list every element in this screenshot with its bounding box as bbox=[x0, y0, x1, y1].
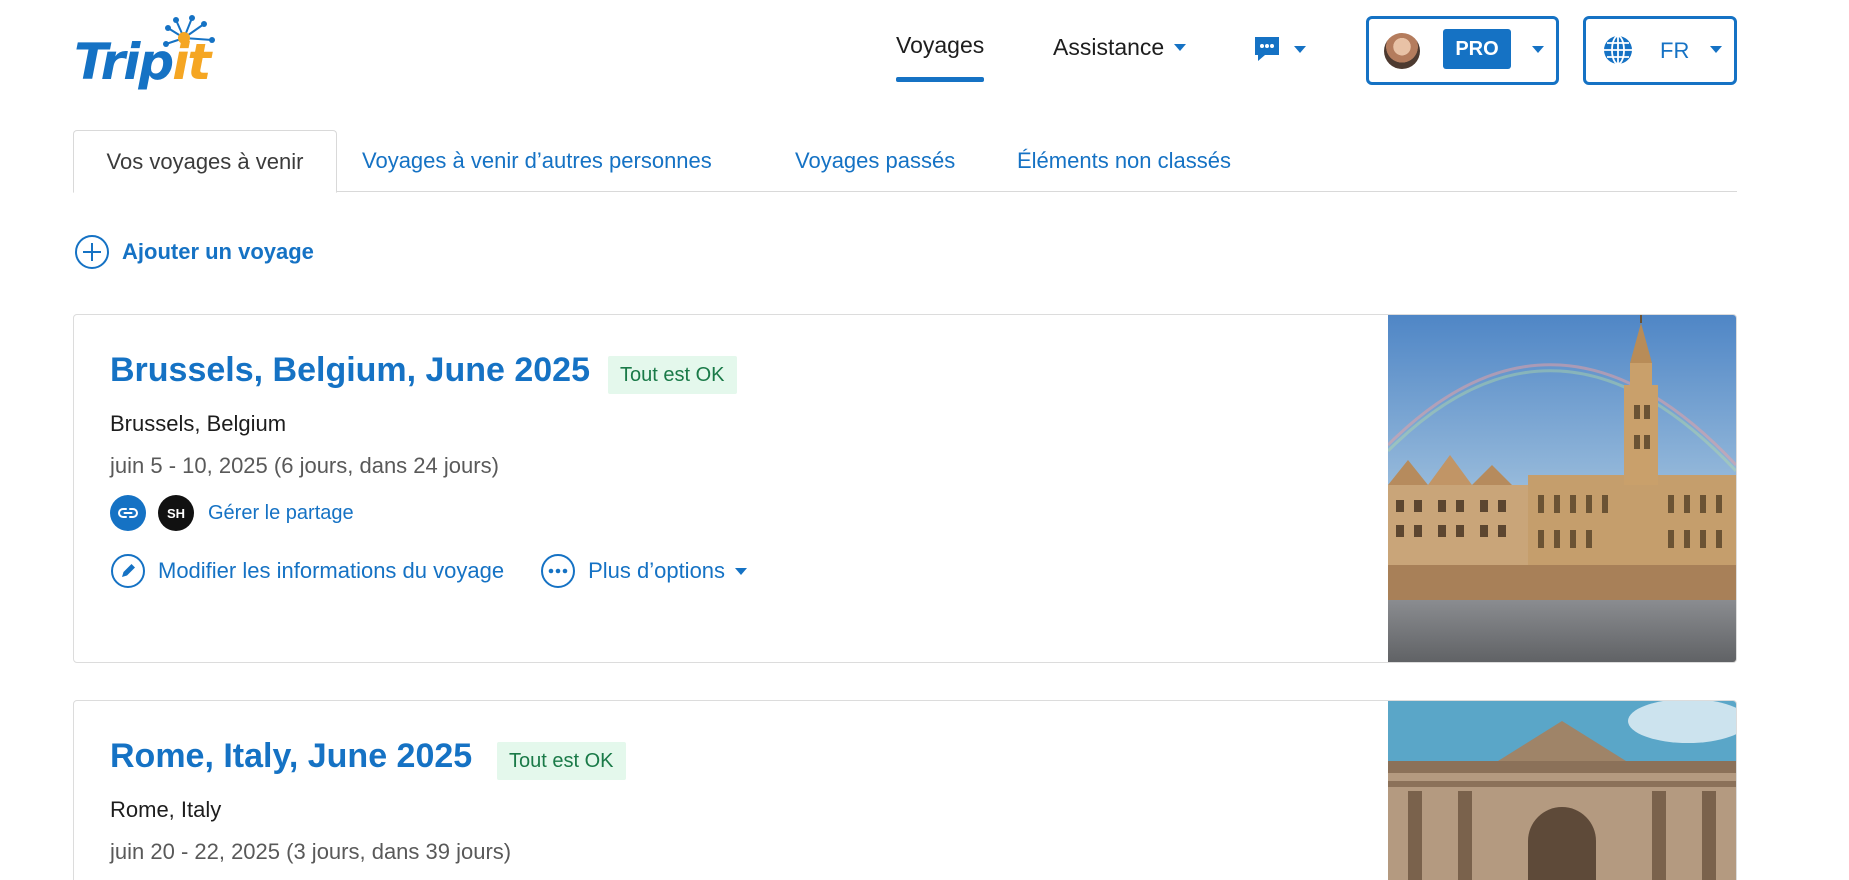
rome-trevi-fountain-image bbox=[1388, 701, 1736, 880]
add-trip-button[interactable]: Ajouter un voyage bbox=[74, 234, 314, 270]
share-row: SH Gérer le partage bbox=[110, 495, 354, 531]
nav-assistance-label: Assistance bbox=[1053, 34, 1165, 60]
nav-voyages-label: Voyages bbox=[896, 32, 985, 58]
share-link-button[interactable] bbox=[110, 495, 146, 531]
trip-photo-rome[interactable] bbox=[1388, 701, 1736, 880]
status-badge: Tout est OK bbox=[608, 356, 737, 394]
language-selector[interactable]: FR bbox=[1583, 16, 1737, 85]
nav-voyages[interactable]: Voyages bbox=[896, 32, 985, 84]
add-trip-label: Ajouter un voyage bbox=[122, 239, 314, 264]
more-options-dropdown[interactable]: Plus d’options bbox=[540, 553, 748, 589]
pencil-icon bbox=[111, 554, 145, 588]
tab-past-trips[interactable]: Voyages passés bbox=[795, 130, 955, 192]
nav-active-underline bbox=[896, 77, 985, 82]
trip-dates: juin 5 - 10, 2025 (6 jours, dans 24 jour… bbox=[110, 453, 499, 478]
chat-icon bbox=[1255, 37, 1279, 61]
chevron-down-icon bbox=[1710, 46, 1722, 53]
logo-wordmark: Tripit bbox=[74, 33, 211, 91]
trip-title[interactable]: Rome, Italy, June 2025 bbox=[110, 737, 472, 776]
more-dots-icon bbox=[541, 554, 576, 588]
globe-icon bbox=[1604, 35, 1632, 65]
trip-dates: juin 20 - 22, 2025 (3 jours, dans 39 jou… bbox=[110, 839, 512, 864]
trip-photo-brussels[interactable] bbox=[1388, 315, 1736, 662]
pro-badge: PRO bbox=[1443, 29, 1511, 69]
manage-sharing-link[interactable]: Gérer le partage bbox=[208, 502, 354, 525]
trip-title[interactable]: Brussels, Belgium, June 2025 bbox=[110, 351, 590, 390]
trip-tabs: Vos voyages à venir Voyages à venir d’au… bbox=[73, 130, 1737, 193]
messages-dropdown[interactable] bbox=[1252, 34, 1306, 64]
shared-user-avatar[interactable]: SH bbox=[158, 495, 194, 531]
tab-upcoming-trips[interactable]: Vos voyages à venir bbox=[73, 130, 337, 193]
edit-trip-button[interactable]: Modifier les informations du voyage bbox=[110, 553, 504, 589]
trip-location: Brussels, Belgium bbox=[110, 411, 287, 436]
chevron-down-icon bbox=[1174, 44, 1187, 51]
tab-unfiled-items[interactable]: Éléments non classés bbox=[1017, 130, 1231, 192]
plus-circle-icon bbox=[75, 235, 109, 269]
chevron-down-icon bbox=[1294, 45, 1306, 53]
link-icon bbox=[118, 508, 138, 518]
more-options-label: Plus d’options bbox=[588, 558, 726, 583]
avatar bbox=[1384, 33, 1420, 69]
language-label: FR bbox=[1660, 38, 1690, 63]
top-header: Tripit Voyages Assistance PRO FR bbox=[0, 0, 1849, 110]
nav-assistance-dropdown[interactable]: Assistance bbox=[1053, 34, 1187, 61]
status-badge: Tout est OK bbox=[497, 742, 626, 780]
trip-actions: Modifier les informations du voyage Plus… bbox=[110, 553, 748, 589]
tab-others-upcoming-trips[interactable]: Voyages à venir d’autres personnes bbox=[362, 130, 712, 192]
trip-card: Rome, Italy, June 2025 Tout est OK Rome,… bbox=[73, 700, 1737, 880]
brussels-grand-place-image bbox=[1388, 315, 1736, 662]
chevron-down-icon bbox=[735, 567, 748, 575]
tripit-logo[interactable]: Tripit bbox=[72, 14, 232, 91]
account-menu[interactable]: PRO bbox=[1366, 16, 1559, 85]
chevron-down-icon bbox=[1532, 46, 1544, 53]
trip-location: Rome, Italy bbox=[110, 797, 222, 822]
edit-trip-label: Modifier les informations du voyage bbox=[158, 558, 505, 583]
trip-card: Brussels, Belgium, June 2025 Tout est OK… bbox=[73, 314, 1737, 663]
